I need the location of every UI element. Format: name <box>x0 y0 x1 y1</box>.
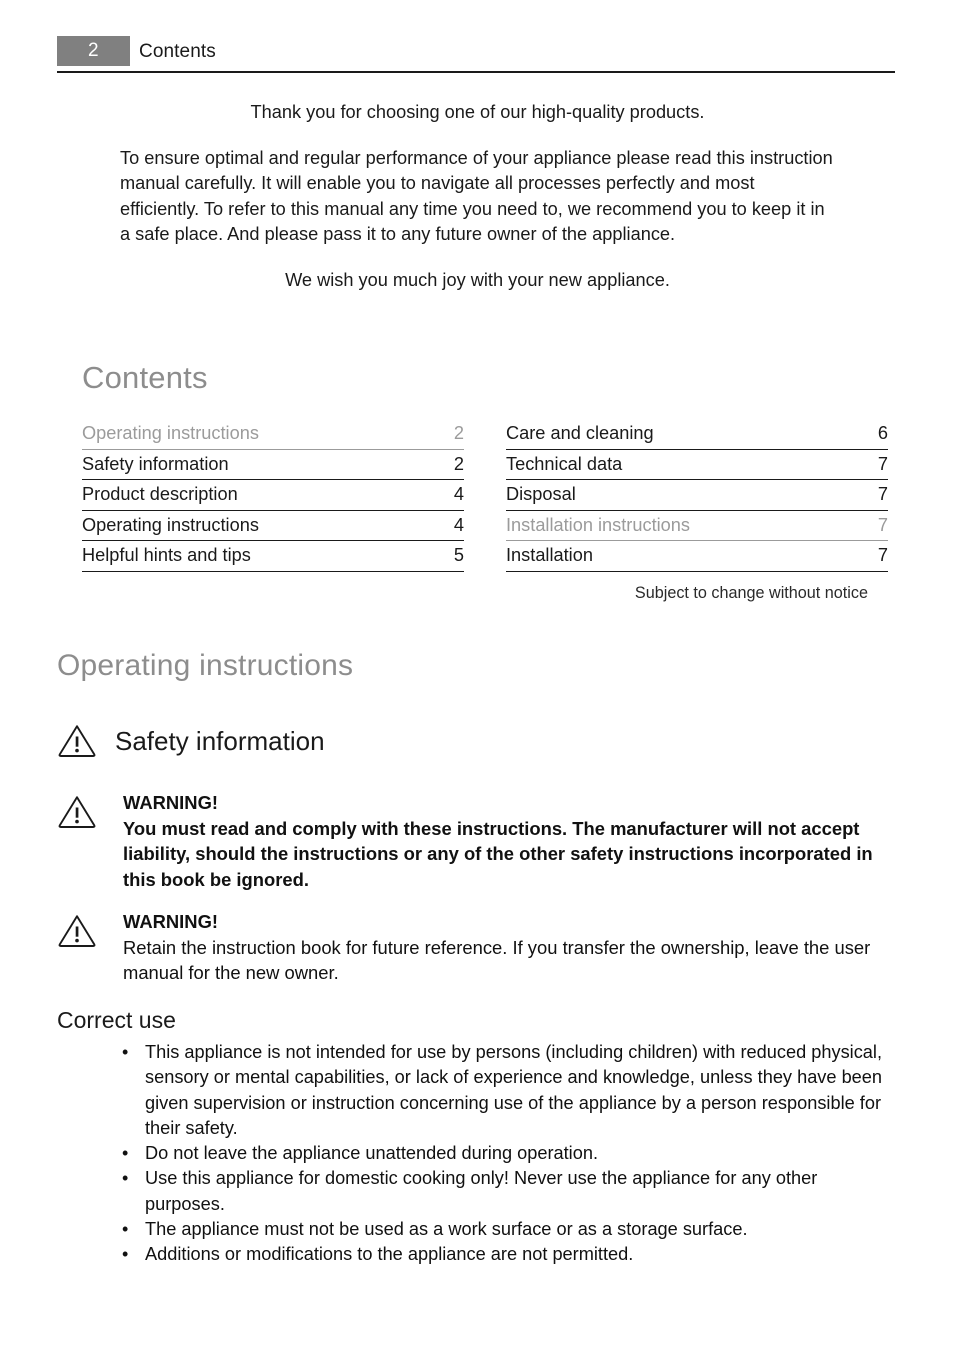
intro-block: Thank you for choosing one of our high-q… <box>120 100 835 293</box>
toc-entry-page: 7 <box>877 514 888 535</box>
toc-entry[interactable]: Installation 7 <box>506 541 888 572</box>
toc-entry-page: 5 <box>453 545 464 565</box>
operating-instructions-section-title: Operating instructions <box>57 649 354 682</box>
toc-entry-page: 4 <box>453 514 464 535</box>
safety-information-heading-row: Safety information <box>57 723 325 758</box>
warning-text: Retain the instruction book for future r… <box>123 936 871 984</box>
warning-body: WARNING! You must read and comply with t… <box>123 790 897 892</box>
toc-entry-label: Helpful hints and tips <box>82 545 251 565</box>
intro-body: To ensure optimal and regular performanc… <box>120 147 833 245</box>
toc-entry[interactable]: Helpful hints and tips 5 <box>82 541 464 572</box>
list-item: Do not leave the appliance unattended du… <box>120 1141 890 1167</box>
toc-entry-page: 4 <box>453 484 464 504</box>
toc-entry-label: Operating instructions <box>82 423 259 443</box>
warning-icon-wrap <box>57 909 123 953</box>
warning-icon-wrap <box>57 790 123 834</box>
warning-title: WARNING! <box>123 911 219 932</box>
toc-entry-page: 7 <box>877 484 888 504</box>
toc-entry-page: 2 <box>453 453 464 474</box>
contents-heading: Contents <box>82 360 208 395</box>
toc-entry-label: Safety information <box>82 453 229 474</box>
toc-entry[interactable]: Disposal 7 <box>506 480 888 511</box>
toc-entry[interactable]: Operating instructions 4 <box>82 511 464 541</box>
header-divider-rule <box>57 71 895 73</box>
table-of-contents: Operating instructions 2 Safety informat… <box>82 419 888 572</box>
correct-use-list: This appliance is not intended for use b… <box>120 1040 890 1268</box>
safety-information-heading: Safety information <box>115 725 325 756</box>
page-number-badge: 2 <box>57 36 130 66</box>
toc-entry-label: Installation instructions <box>506 514 690 535</box>
toc-entry-label: Installation <box>506 545 593 565</box>
intro-thanks: Thank you for choosing one of our high-q… <box>250 102 705 122</box>
warning-title: WARNING! <box>123 792 219 813</box>
warning-block: WARNING! You must read and comply with t… <box>57 790 897 892</box>
toc-entry[interactable]: Installation instructions 7 <box>506 511 888 541</box>
warning-triangle-icon <box>57 723 97 758</box>
list-item: Additions or modifications to the applia… <box>120 1242 890 1268</box>
toc-left-column: Operating instructions 2 Safety informat… <box>82 419 464 572</box>
toc-entry-label: Technical data <box>506 453 623 474</box>
toc-entry[interactable]: Product description 4 <box>82 480 464 511</box>
list-item: This appliance is not intended for use b… <box>120 1040 890 1141</box>
toc-entry[interactable]: Care and cleaning 6 <box>506 419 888 450</box>
toc-entry-label: Care and cleaning <box>506 423 654 443</box>
intro-spacer-1 <box>120 126 835 146</box>
toc-entry-page: 7 <box>877 453 888 474</box>
warning-body: WARNING! Retain the instruction book for… <box>123 909 897 986</box>
warning-triangle-icon <box>57 794 97 829</box>
intro-spacer-2 <box>120 248 835 268</box>
toc-entry[interactable]: Operating instructions 2 <box>82 419 464 450</box>
toc-entry-label: Disposal <box>506 484 576 504</box>
toc-entry-page: 2 <box>453 423 464 443</box>
page-header: 2 Contents <box>57 36 895 72</box>
warning-triangle-icon <box>57 913 97 948</box>
header-title: Contents <box>139 41 216 62</box>
toc-right-column: Care and cleaning 6 Technical data 7 Dis… <box>506 419 888 572</box>
list-item: Use this appliance for domestic cooking … <box>120 1166 890 1217</box>
subject-to-change-note: Subject to change without notice <box>634 584 868 602</box>
toc-entry[interactable]: Technical data 7 <box>506 450 888 480</box>
toc-entry-label: Operating instructions <box>82 514 259 535</box>
toc-entry-label: Product description <box>82 484 238 504</box>
intro-wish: We wish you much joy with your new appli… <box>285 269 670 290</box>
toc-entry[interactable]: Safety information 2 <box>82 450 464 480</box>
warning-text: You must read and comply with these inst… <box>123 817 873 890</box>
document-page: 2 Contents Thank you for choosing one of… <box>0 0 954 1352</box>
toc-entry-page: 7 <box>877 545 888 565</box>
correct-use-heading: Correct use <box>57 1007 176 1033</box>
warning-block: WARNING! Retain the instruction book for… <box>57 909 897 986</box>
toc-entry-page: 6 <box>877 423 888 443</box>
list-item: The appliance must not be used as a work… <box>120 1217 890 1243</box>
